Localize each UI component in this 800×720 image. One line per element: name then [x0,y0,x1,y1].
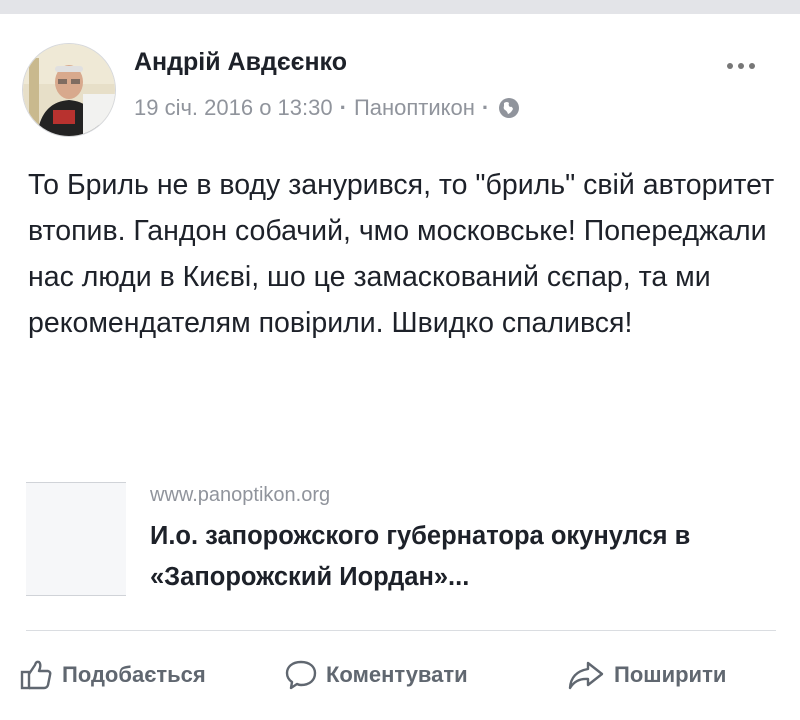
post-card: Андрій Авдєєнко 19 січ. 2016 о 13:30 · П… [0,14,800,720]
link-domain: www.panoptikon.org [150,484,331,506]
comment-button[interactable]: Коментувати [284,646,468,704]
comment-label: Коментувати [326,662,468,687]
divider [26,630,776,631]
like-label: Подобається [62,662,206,687]
thumbs-up-icon [20,660,52,690]
share-button[interactable]: Поширити [566,646,726,704]
globe-icon[interactable] [498,97,520,119]
meta-separator: · [339,95,347,120]
action-bar: Подобається Коментувати Поширити [0,646,800,704]
top-border [0,0,800,14]
post-page-name[interactable]: Паноптикон [354,95,475,121]
more-options-icon[interactable] [716,54,766,78]
post-text: То Бриль не в воду занурився, то "бриль"… [28,169,775,339]
share-label: Поширити [614,662,727,687]
post-date[interactable]: 19 січ. 2016 о 13:30 [134,95,333,121]
meta-separator: · [481,95,490,120]
comment-icon [285,660,317,690]
like-button[interactable]: Подобається [20,646,206,704]
avatar[interactable] [22,43,116,137]
link-title[interactable]: И.о. запорожского губернатора окунулся в… [150,516,770,598]
link-thumbnail [26,482,126,596]
post-meta: 19 січ. 2016 о 13:30 · Паноптикон · [134,95,520,121]
link-preview[interactable]: www.panoptikon.org И.о. запорожского губ… [26,472,772,604]
avatar-image [23,44,115,136]
author-name[interactable]: Андрій Авдєєнко [134,48,347,77]
share-icon [568,661,604,690]
